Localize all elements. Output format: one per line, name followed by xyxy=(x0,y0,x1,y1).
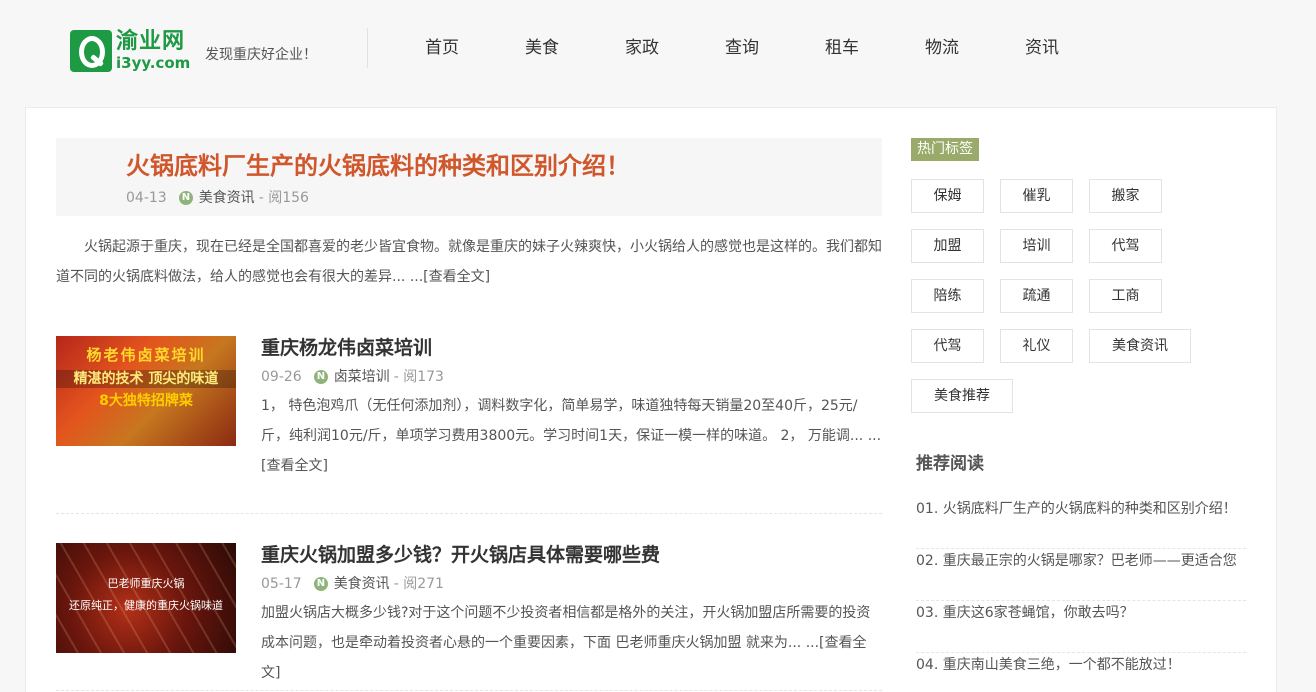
site-header: 渝业网 i3yy.com 发现重庆好企业！ 首页 美食 家政 查询 租车 物流 … xyxy=(0,0,1316,96)
thumbnail-caption: 8大独特招牌菜 xyxy=(99,393,193,409)
recommend-item[interactable]: 01. 火锅底料厂生产的火锅底料的种类和区别介绍！ xyxy=(916,497,1246,549)
post-meta: 05-17 美食资讯 - 阅271 xyxy=(261,574,444,594)
post-category[interactable]: 美食资讯 xyxy=(199,188,255,208)
category-icon xyxy=(313,367,328,387)
tag-link[interactable]: 美食推荐 xyxy=(911,379,1013,413)
excerpt-text: 1， 特色泡鸡爪（无任何添加剂），调料数字化，简单易学，味道独特每天销量20至4… xyxy=(261,398,868,444)
logo-name[interactable]: 渝业网 xyxy=(116,30,185,54)
hot-tags-label: 热门标签 xyxy=(911,138,979,161)
tag-link[interactable]: 礼仪 xyxy=(1000,329,1073,363)
thumbnail-caption: 精湛的技术 顶尖的味道 xyxy=(56,370,236,388)
tag-link[interactable]: 催乳 xyxy=(1000,179,1073,213)
tag-link[interactable]: 工商 xyxy=(1089,279,1162,313)
featured-article: 火锅底料厂生产的火锅底料的种类和区别介绍！ 04-13 美食资讯 - 阅156 xyxy=(56,138,882,216)
recommend-title: 推荐阅读 xyxy=(916,454,984,474)
nav-item-car-rental[interactable]: 租车 xyxy=(792,36,892,60)
recommend-item[interactable]: 02. 重庆最正宗的火锅是哪家？巴老师——更适合您 xyxy=(916,549,1246,601)
tag-link[interactable]: 代驾 xyxy=(1089,229,1162,263)
post-meta: 09-26 卤菜培训 - 阅173 xyxy=(261,367,444,387)
main-nav: 首页 美食 家政 查询 租车 物流 资讯 xyxy=(392,36,1092,60)
nav-item-home[interactable]: 首页 xyxy=(392,36,492,60)
thumbnail-caption: 杨老伟卤菜培训 xyxy=(86,346,206,364)
post-excerpt: 1， 特色泡鸡爪（无任何添加剂），调料数字化，简单易学，味道独特每天销量20至4… xyxy=(261,391,882,481)
nav-item-housekeeping[interactable]: 家政 xyxy=(592,36,692,60)
post-category[interactable]: 美食资讯 xyxy=(334,574,390,594)
post-date: 05-17 xyxy=(261,576,302,592)
header-divider xyxy=(367,28,368,68)
tag-link[interactable]: 搬家 xyxy=(1089,179,1162,213)
post-views: - 阅271 xyxy=(393,576,444,592)
tag-link[interactable]: 代驾 xyxy=(911,329,984,363)
excerpt-text: 加盟火锅店大概多少钱?对于这个问题不少投资者相信都是格外的关注，开火锅加盟店所需… xyxy=(261,605,871,651)
main-container: 火锅底料厂生产的火锅底料的种类和区别介绍！ 04-13 美食资讯 - 阅156 … xyxy=(25,107,1277,692)
post-excerpt: 加盟火锅店大概多少钱?对于这个问题不少投资者相信都是格外的关注，开火锅加盟店所需… xyxy=(261,598,882,688)
featured-excerpt: 火锅起源于重庆，现在已经是全国都喜爱的老少皆宜食物。就像是重庆的妹子火辣爽快，小… xyxy=(56,232,882,292)
logo-domain[interactable]: i3yy.com xyxy=(116,55,190,72)
tag-link[interactable]: 陪练 xyxy=(911,279,984,313)
post-title[interactable]: 重庆杨龙伟卤菜培训 xyxy=(261,336,432,360)
tag-link[interactable]: 保姆 xyxy=(911,179,984,213)
recommend-item[interactable]: 03. 重庆这6家苍蝇馆，你敢去吗？ xyxy=(916,601,1246,653)
post-views: - 阅156 xyxy=(258,190,309,206)
site-slogan: 发现重庆好企业！ xyxy=(205,47,317,63)
thumbnail-caption: 还原纯正，健康的重庆火锅味道 xyxy=(69,599,223,612)
featured-title[interactable]: 火锅底料厂生产的火锅底料的种类和区别介绍！ xyxy=(126,149,630,183)
logo-icon[interactable] xyxy=(70,30,112,72)
recommend-item[interactable]: 04. 重庆南山美食三绝，一个都不能放过！ xyxy=(916,653,1246,692)
tag-link[interactable]: 培训 xyxy=(1000,229,1073,263)
nav-item-query[interactable]: 查询 xyxy=(692,36,792,60)
read-more-link[interactable]: ...[查看全文] xyxy=(410,269,490,285)
category-icon xyxy=(178,188,193,208)
post-title[interactable]: 重庆火锅加盟多少钱？开火锅店具体需要哪些费 xyxy=(261,543,660,567)
tag-link[interactable]: 加盟 xyxy=(911,229,984,263)
list-item: 杨老伟卤菜培训 精湛的技术 顶尖的味道 8大独特招牌菜 重庆杨龙伟卤菜培训 09… xyxy=(56,336,882,514)
tag-link[interactable]: 疏通 xyxy=(1000,279,1073,313)
list-item: 巴老师重庆火锅 还原纯正，健康的重庆火锅味道 重庆火锅加盟多少钱？开火锅店具体需… xyxy=(56,543,882,691)
post-date: 04-13 xyxy=(126,190,167,206)
post-thumbnail[interactable]: 巴老师重庆火锅 还原纯正，健康的重庆火锅味道 xyxy=(56,543,236,653)
featured-meta: 04-13 美食资讯 - 阅156 xyxy=(126,188,309,208)
category-icon xyxy=(313,574,328,594)
post-date: 09-26 xyxy=(261,369,302,385)
thumbnail-caption: 巴老师重庆火锅 xyxy=(107,577,185,590)
nav-item-logistics[interactable]: 物流 xyxy=(892,36,992,60)
post-thumbnail[interactable]: 杨老伟卤菜培训 精湛的技术 顶尖的味道 8大独特招牌菜 xyxy=(56,336,236,446)
post-views: - 阅173 xyxy=(393,369,444,385)
post-category[interactable]: 卤菜培训 xyxy=(334,367,390,387)
nav-item-news[interactable]: 资讯 xyxy=(992,36,1092,60)
nav-item-food[interactable]: 美食 xyxy=(492,36,592,60)
tag-link[interactable]: 美食资讯 xyxy=(1089,329,1191,363)
